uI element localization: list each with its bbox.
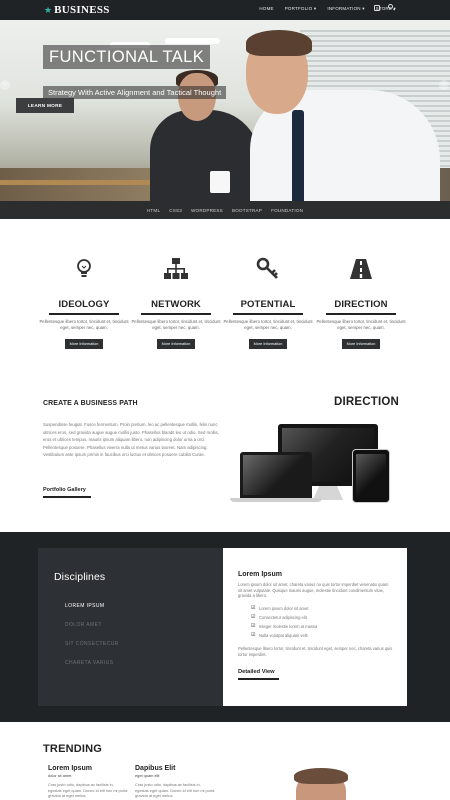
disciplines-title: Disciplines (54, 571, 106, 583)
checklist-text: Consectetur adipiscing elit (259, 615, 307, 620)
learn-more-button[interactable]: LEARN MORE (16, 98, 74, 113)
discipline-tab-dolor-amet[interactable]: DOLOR AMET (65, 622, 102, 628)
feature-potential: POTENTIAL Pellentesque libero tortor, ti… (223, 257, 313, 349)
checklist-item: ☑ Nulla volutpat aliquam velit (251, 632, 308, 639)
feature-underline (141, 313, 211, 315)
checklist-text: Integer molestie lorem at massa (259, 624, 318, 629)
check-icon: ☑ (251, 632, 256, 638)
direction-heading: DIRECTION (334, 396, 400, 408)
feature-underline (233, 313, 303, 315)
check-icon: ☑ (251, 605, 256, 611)
feature-text: Pellentesque libero tortor, tincidunt et… (39, 319, 129, 330)
more-information-button[interactable]: More Information (249, 339, 287, 349)
feature-title: IDEOLOGY (58, 299, 110, 310)
top-navbar: ★ BUSINESS HOME PORTFOLIO ▾ INFORMATION … (0, 0, 450, 20)
nav-portfolio[interactable]: PORTFOLIO ▾ (285, 6, 317, 12)
checklist-item: ☑ Integer molestie lorem at massa (251, 623, 318, 630)
external-link-icon[interactable] (374, 5, 380, 11)
nav-information[interactable]: INFORMATION ▾ (327, 6, 364, 12)
brand-logo[interactable]: ★ BUSINESS (44, 4, 110, 16)
hero-ceiling-light (165, 38, 220, 44)
tech-css3[interactable]: CSS3 (169, 208, 182, 213)
trending-name[interactable]: Dapibus Elit (135, 765, 215, 772)
feature-underline (49, 313, 119, 315)
logo-text: BUSINESS (54, 4, 110, 16)
discipline-tab-chareta-varius[interactable]: CHARETA VARIUS (65, 660, 113, 666)
link-underline (238, 678, 279, 680)
more-information-button[interactable]: More Information (65, 339, 103, 349)
hero-coffee-cup (210, 171, 230, 193)
feature-direction: DIRECTION Pellentesque libero tortor, ti… (316, 257, 406, 349)
trending-item: Dapibus Elit eget quam elit Cras justo o… (135, 765, 215, 799)
laptop-base (230, 498, 322, 502)
trending-title: TRENDING (43, 743, 103, 755)
check-icon: ☑ (251, 623, 256, 629)
lightbulb-icon (72, 257, 96, 281)
trending-item: Lorem Ipsum dolor sit amet Cras justo od… (48, 765, 128, 799)
discipline-tab-sit-consectecur[interactable]: SIT CONSECTECUR (65, 641, 119, 647)
tech-bootstrap[interactable]: BOOTSTRAP (232, 208, 262, 213)
laptop-screen (243, 455, 309, 495)
slider-prev-icon[interactable]: ‹ (0, 80, 10, 90)
feature-text: Pellentesque libero tortor, tincidunt et… (316, 319, 406, 330)
network-icon (164, 257, 188, 281)
portfolio-gallery-link[interactable]: Portfolio Gallery (43, 487, 86, 493)
tech-wordpress[interactable]: WORDPRESS (191, 208, 223, 213)
hero-person-right-tie (292, 110, 304, 201)
hero-person-right-hair (246, 30, 312, 56)
nav-home[interactable]: HOME (259, 6, 273, 12)
logo-star-icon: ★ (44, 4, 53, 15)
discipline-tab-lorem-ipsum[interactable]: LOREM IPSUM (65, 603, 104, 609)
link-underline (43, 496, 91, 498)
business-path-title: CREATE A BUSINESS PATH (43, 400, 138, 407)
tablet-image (352, 449, 390, 503)
hero-title: FUNCTIONAL TALK (43, 45, 211, 69)
check-icon: ☑ (251, 614, 256, 620)
slider-next-icon[interactable]: › (439, 80, 449, 90)
trending-role: dolor sit amet (48, 773, 72, 778)
checklist-item: ☑ Consectetur adipiscing elit (251, 614, 307, 621)
feature-underline (326, 313, 396, 315)
feature-title: DIRECTION (334, 299, 388, 310)
trending-text: Cras justo odio, dapibus ac facilisis in… (48, 782, 128, 799)
key-icon (256, 257, 280, 281)
feature-ideology: IDEOLOGY Pellentesque libero tortor, tin… (39, 257, 129, 349)
more-information-button[interactable]: More Information (157, 339, 195, 349)
discipline-content-text: Lorem ipsum dolor sit amet, chareta vari… (238, 582, 389, 599)
feature-title: POTENTIAL (240, 299, 296, 310)
hero-person-left (150, 110, 260, 201)
checklist-text: Lorem ipsum dolor sit amet (259, 606, 309, 611)
checklist-item: ☑ Lorem ipsum dolor sit amet (251, 605, 309, 612)
page: ★ BUSINESS HOME PORTFOLIO ▾ INFORMATION … (0, 0, 450, 800)
trending-text: Cras justo odio, dapibus ac facilisis in… (135, 782, 215, 799)
detailed-view-link[interactable]: Detailed View (238, 669, 275, 675)
tablet-screen (356, 454, 386, 498)
feature-text: Pellentesque libero tortor, tincidunt et… (131, 319, 221, 330)
road-icon (349, 257, 373, 281)
technology-bar: HTML CSS3 WORDPRESS BOOTSTRAP FOUNDATION (0, 201, 450, 219)
trending-role: eget quam elit (135, 773, 160, 778)
more-information-button[interactable]: More Information (342, 339, 380, 349)
trending-name[interactable]: Lorem Ipsum (48, 765, 128, 772)
checklist-text: Nulla volutpat aliquam velit (259, 633, 308, 638)
discipline-content-title: Lorem Ipsum (238, 571, 282, 578)
trending-person-hair (294, 768, 348, 784)
tech-html[interactable]: HTML (147, 208, 160, 213)
tech-foundation[interactable]: FOUNDATION (271, 208, 303, 213)
feature-network: NETWORK Pellentesque libero tortor, tinc… (131, 257, 221, 349)
feature-text: Pellentesque libero tortor, tincidunt et… (223, 319, 313, 330)
search-icon[interactable] (388, 4, 393, 9)
laptop-image (240, 452, 312, 498)
discipline-content-text-2: Pellentesque libero tortor, tincidunt et… (238, 646, 393, 657)
business-path-text: Suspendisse feugiat. Fusce fermentum. Pr… (43, 422, 219, 458)
feature-title: NETWORK (151, 299, 201, 310)
